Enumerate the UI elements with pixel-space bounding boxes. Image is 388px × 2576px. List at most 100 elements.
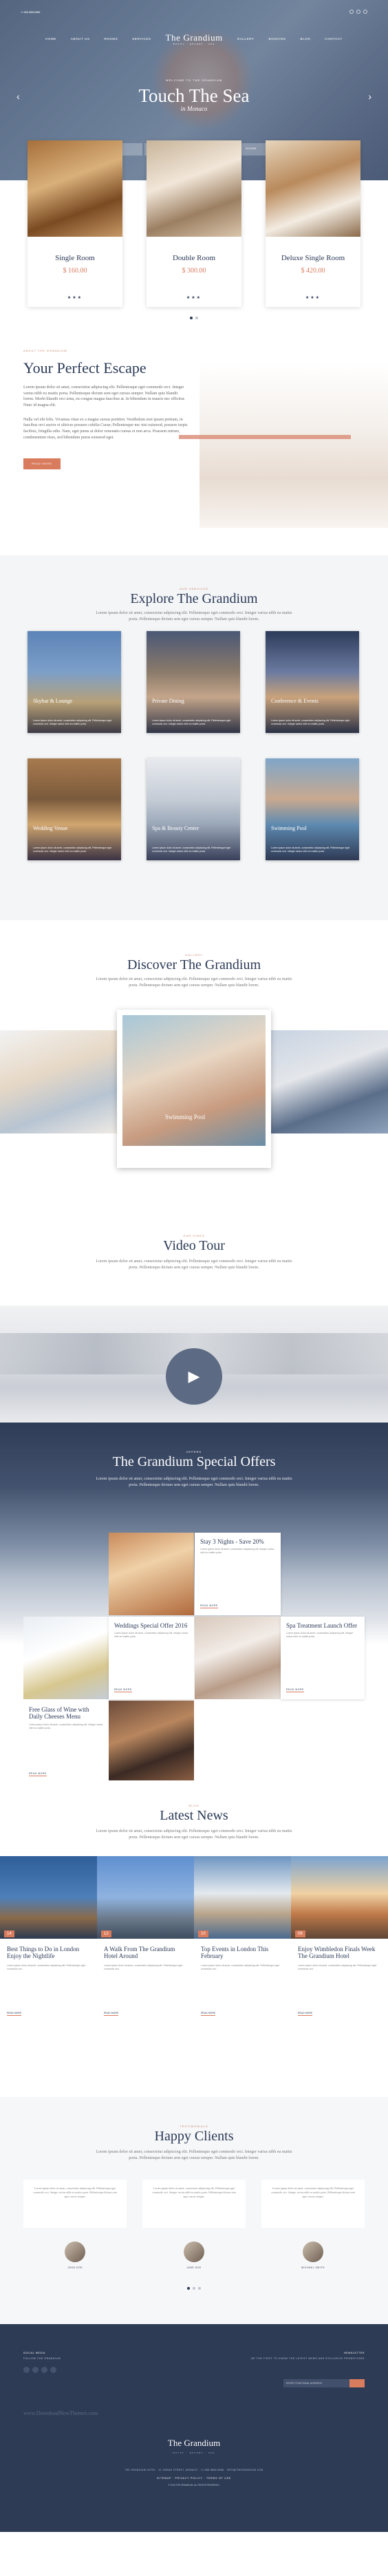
instagram-icon[interactable]	[363, 10, 367, 14]
news-date: 12	[101, 1930, 111, 1937]
news-excerpt: Lorem ipsum dolor sit amet, consectetur …	[298, 1963, 377, 1970]
footer-logo[interactable]: The Grandium HOTEL · RESORT · SPA	[0, 2437, 388, 2454]
nav-item-home[interactable]: HOME	[45, 37, 56, 42]
news-image	[97, 1856, 194, 1939]
news-card[interactable]: 12 A Walk From The Grandium Hotel Around…	[97, 1856, 194, 2028]
news-title: Enjoy Wimbledon Finals Week The Grandium…	[298, 1946, 376, 1960]
offer-card[interactable]: Weddings Special Offer 2016 Lorem ipsum d…	[109, 1617, 194, 1699]
nav-item-gallery[interactable]: GALLERY	[237, 37, 255, 42]
about-paragraph: Nulla vel elit felis. Vivamus vitae ex a…	[23, 417, 188, 440]
gallery-featured[interactable]: Swimming Pool	[117, 1010, 271, 1168]
news-date: 14	[4, 1930, 14, 1937]
news-title: Latest News	[160, 1808, 228, 1823]
news-date: 10	[198, 1930, 208, 1937]
offers-lead: Lorem ipsum dolor sit amet, consectetur …	[96, 1477, 292, 1487]
slider-next-icon[interactable]: ›	[368, 89, 371, 103]
news-excerpt: Lorem ipsum dolor sit amet, consectetur …	[7, 1963, 86, 1970]
services-section: OUR SERVICES Explore The Grandium Lorem …	[0, 555, 388, 920]
read-more-button[interactable]: READ MORE	[23, 458, 61, 470]
read-more-link[interactable]: READ MORE	[298, 2012, 313, 2016]
testimonial-name: MICHAEL SMITH	[301, 2266, 325, 2269]
rooms-pager[interactable]	[190, 317, 198, 319]
testimonials-section: TESTIMONIALS Happy Clients Lorem ipsum d…	[0, 2097, 388, 2324]
offers-title: The Grandium Special Offers	[112, 1454, 276, 1469]
offer-image	[23, 1617, 109, 1699]
hero-subtitle: in Monaco	[180, 105, 208, 112]
room-rating: ★★★	[186, 296, 202, 301]
newsletter-sublabel: BE THE FIRST TO KNOW THE LATEST NEWS AND…	[251, 2357, 365, 2360]
news-excerpt: Lorem ipsum dolor sit amet, consectetur …	[104, 1963, 183, 1970]
youtube-icon[interactable]	[50, 2367, 56, 2373]
read-more-link[interactable]: READ MORE	[201, 2012, 216, 2016]
news-title: Best Things to Do in London Enjoy the Ni…	[7, 1946, 80, 1960]
room-rating: ★★★	[305, 296, 321, 301]
nav-item-blog[interactable]: BLOG	[301, 37, 311, 42]
offer-card[interactable]: Spa Treatment Launch Offer Lorem ipsum do…	[281, 1617, 365, 1699]
offer-image	[109, 1533, 194, 1615]
main-nav: HOME ABOUT US ROOMS SERVICES The Grandiu…	[45, 33, 343, 45]
service-card[interactable]: Conference & Events Lorem ipsum dolor sit…	[266, 631, 359, 733]
news-title: Top Events in London This February	[201, 1946, 269, 1960]
news-card[interactable]: 10 Top Events in London This February Lo…	[194, 1856, 291, 2028]
service-card[interactable]: Wedding Venue Lorem ipsum dolor sit amet,…	[28, 758, 121, 860]
footer-menu[interactable]: SITEMAP · PRIVACY POLICY · TERMS OF USE	[0, 2477, 388, 2480]
slider-prev-icon[interactable]: ‹	[17, 89, 20, 103]
nav-item-services[interactable]: SERVICES	[132, 37, 151, 42]
news-date: 08	[295, 1930, 305, 1937]
phone-number: +1 888 8888 8888	[21, 10, 41, 14]
gallery-section: GALLERY Discover The Grandium Lorem ipsu…	[0, 920, 388, 1223]
services-lead: Lorem ipsum dolor sit amet, consectetur …	[96, 611, 292, 621]
testimonials-kicker: TESTIMONIALS	[180, 2125, 208, 2128]
service-card[interactable]: Private Dining Lorem ipsum dolor sit amet…	[147, 631, 240, 733]
news-card[interactable]: 14 Best Things to Do in London Enjoy the…	[0, 1856, 97, 2028]
testimonial-name: JOHN DOE	[67, 2266, 83, 2269]
top-bar: +1 888 8888 8888	[21, 10, 367, 15]
about-kicker: ABOUT THE GRANDIUM	[23, 349, 67, 352]
news-image	[291, 1856, 388, 1939]
play-icon[interactable]: ▶	[166, 1348, 222, 1405]
gallery-image[interactable]	[0, 1030, 120, 1133]
services-title: Explore The Grandium	[130, 591, 258, 606]
service-card[interactable]: Spa & Beauty Center Lorem ipsum dolor sit…	[147, 758, 240, 860]
room-card[interactable]: Double Room $ 300.00 ★★★	[147, 140, 241, 307]
offer-card[interactable]: Free Glass of Wine with Daily Cheeses Me…	[23, 1701, 109, 1783]
newsletter-input[interactable]: ENTER YOUR EMAIL ADDRESS	[283, 2379, 349, 2387]
nav-item-rooms[interactable]: ROOMS	[104, 37, 118, 42]
nav-item-about[interactable]: ABOUT US	[71, 37, 90, 42]
room-card[interactable]: Deluxe Single Room $ 420.00 ★★★	[266, 140, 360, 307]
avatar	[65, 2242, 85, 2262]
avatar	[303, 2242, 323, 2262]
gallery-featured-image	[122, 1015, 266, 1146]
testimonials-pager[interactable]	[187, 2287, 201, 2290]
logo[interactable]: The Grandium HOTEL · RESORT · SPA	[166, 33, 223, 45]
testimonial-quote: Lorem ipsum dolor sit amet, consectetur …	[142, 2180, 246, 2228]
about-paragraph: Lorem ipsum dolor sit amet, consectetur …	[23, 385, 185, 408]
nav-item-booking[interactable]: BOOKING	[268, 37, 285, 42]
offer-card[interactable]: Stay 3 Nights - Save 20% Lorem ipsum dolo…	[195, 1533, 281, 1615]
facebook-icon[interactable]	[23, 2367, 30, 2373]
instagram-icon[interactable]	[41, 2367, 47, 2373]
gallery-image[interactable]	[268, 1030, 388, 1133]
avatar	[184, 2242, 204, 2262]
twitter-icon[interactable]	[32, 2367, 39, 2373]
news-lead: Lorem ipsum dolor sit amet, consectetur …	[96, 1829, 292, 1840]
facebook-icon[interactable]	[349, 10, 354, 14]
video-lead: Lorem ipsum dolor sit amet, consectetur …	[96, 1259, 292, 1270]
room-price: $ 160.00	[63, 266, 87, 275]
twitter-icon[interactable]	[356, 10, 360, 14]
service-card[interactable]: Skybar & Lounge Lorem ipsum dolor sit ame…	[28, 631, 121, 733]
footer-social-links	[23, 2367, 59, 2376]
about-section: ABOUT THE GRANDIUM Your Perfect Escape L…	[0, 349, 388, 555]
read-more-link[interactable]: READ MORE	[104, 2012, 119, 2016]
room-card[interactable]: Single Room $ 160.00 ★★★	[28, 140, 122, 307]
gallery-title: Discover The Grandium	[127, 957, 261, 972]
offers-section: OFFERS The Grandium Special Offers Lorem…	[0, 1423, 388, 1783]
news-card[interactable]: 08 Enjoy Wimbledon Finals Week The Grand…	[291, 1856, 388, 2028]
read-more-link[interactable]: READ MORE	[7, 2012, 22, 2016]
services-kicker: OUR SERVICES	[179, 587, 209, 590]
nav-item-contact[interactable]: CONTACT	[325, 37, 343, 42]
room-name: Double Room	[172, 254, 216, 262]
room-image	[28, 140, 122, 237]
newsletter-submit-button[interactable]	[349, 2379, 365, 2387]
service-card[interactable]: Swimming Pool Lorem ipsum dolor sit amet,…	[266, 758, 359, 860]
